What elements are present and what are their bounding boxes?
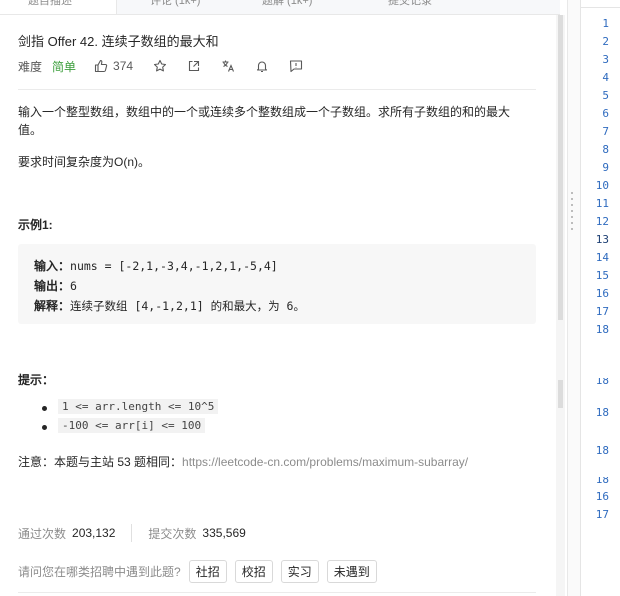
likes-count: 374 <box>113 59 134 73</box>
example-explain-value: 连续子数组 [4,-1,2,1] 的和最大，为 6。 <box>70 299 305 313</box>
problem-meta-bar: 难度 简单 374 <box>18 57 303 75</box>
accepted-label: 通过次数 <box>18 526 67 541</box>
note-line: 注意：本题与主站 53 题相同：https://leetcode-cn.com/… <box>18 453 468 470</box>
line-number: 3 <box>602 53 609 66</box>
note-text: 注意：本题与主站 53 题相同： <box>18 455 183 469</box>
line-number: 15 <box>595 269 609 282</box>
tab-description-label: 题目描述 <box>28 0 72 7</box>
line-number: 18 <box>595 323 609 336</box>
hint-code: -100 <= arr[i] <= 100 <box>58 418 206 433</box>
line-number: 14 <box>595 251 609 264</box>
example-block: 输入：nums = [-2,1,-3,4,-1,2,1,-5,4] 输出：6 解… <box>18 244 536 324</box>
panel-resize-handle[interactable] <box>567 0 580 596</box>
problem-description-panel: 剑指 Offer 42. 连续子数组的最大和 难度 简单 374 输入一个整型数… <box>0 15 556 596</box>
line-number: 18 <box>595 406 609 419</box>
survey-option-never[interactable]: 未遇到 <box>326 559 377 583</box>
line-number: 13 <box>595 233 609 246</box>
tab-solutions[interactable]: 题解 (1k+) <box>262 0 312 8</box>
survey-option-internship[interactable]: 实习 <box>280 559 319 583</box>
drag-handle-icon <box>571 192 573 232</box>
line-number: 10 <box>595 179 609 192</box>
translate-icon[interactable] <box>221 59 235 73</box>
tab-comments[interactable]: 评论 (1k+) <box>150 0 200 8</box>
divider <box>18 592 536 593</box>
line-number: 18 <box>595 444 609 457</box>
problem-tab-bar: 题目描述 评论 (1k+) 题解 (1k+) 提交记录 <box>0 0 560 15</box>
hints-list: 1 <= arr.length <= 10^5 -100 <= arr[i] <… <box>18 399 219 437</box>
line-number: 12 <box>595 215 609 228</box>
recruitment-survey: 请问您在哪类招聘中遇到此题? 社招 校招 实习 未遇到 <box>18 559 385 583</box>
divider <box>18 89 536 90</box>
hints-heading: 提示： <box>18 373 55 387</box>
example-input-value: nums = [-2,1,-3,4,-1,2,1,-5,4] <box>70 259 278 273</box>
line-number: 6 <box>602 107 609 120</box>
line-number: 16 <box>595 287 609 300</box>
line-number: 17 <box>595 508 609 521</box>
hint-item: -100 <= arr[i] <= 100 <box>18 418 218 437</box>
example-explain-line: 解释：连续子数组 [4,-1,2,1] 的和最大，为 6。 <box>34 297 305 314</box>
line-number: 16 <box>595 490 609 503</box>
description-scrollbar[interactable] <box>556 15 565 596</box>
main-problem-link[interactable]: https://leetcode-cn.com/problems/maximum… <box>182 455 468 469</box>
line-number: 18 <box>596 378 609 384</box>
difficulty-label: 难度 <box>18 59 43 74</box>
editor-toolbar <box>581 0 620 8</box>
example-output-line: 输出：6 <box>34 277 77 294</box>
problem-requirement: 要求时间复杂度为O(n)。 <box>18 155 151 169</box>
line-number: 8 <box>602 143 609 156</box>
hint-code: 1 <= arr.length <= 10^5 <box>58 399 219 414</box>
scrollbar-segment[interactable] <box>558 380 563 408</box>
problem-description: 输入一个整型数组，数组中的一个或连续多个整数组成一个子数组。求所有子数组的和的最… <box>18 105 511 137</box>
feedback-icon[interactable] <box>289 59 303 73</box>
example-output-value: 6 <box>70 279 77 293</box>
problem-title: 剑指 Offer 42. 连续子数组的最大和 <box>18 34 219 49</box>
survey-option-social[interactable]: 社招 <box>188 559 227 583</box>
thumbs-up-icon[interactable] <box>94 59 108 73</box>
survey-question: 请问您在哪类招聘中遇到此题? <box>18 564 181 579</box>
line-number: 4 <box>602 71 609 84</box>
example-explain-label: 解释： <box>34 299 71 313</box>
survey-option-campus[interactable]: 校招 <box>234 559 273 583</box>
bell-icon[interactable] <box>255 59 269 73</box>
submitted-label: 提交次数 <box>148 526 197 541</box>
example-output-label: 输出： <box>34 279 71 293</box>
example-input-label: 输入： <box>34 259 71 273</box>
share-icon[interactable] <box>187 59 201 73</box>
line-number: 2 <box>602 35 609 48</box>
example-input-line: 输入：nums = [-2,1,-3,4,-1,2,1,-5,4] <box>34 257 278 274</box>
difficulty-value: 简单 <box>52 59 77 74</box>
stats-divider <box>131 524 133 542</box>
example-heading: 示例1: <box>18 218 53 232</box>
scrollbar-thumb[interactable] <box>558 15 563 320</box>
code-editor-gutter[interactable]: 123456789101112131415161718181818181617 <box>580 0 620 596</box>
line-number: 17 <box>595 305 609 318</box>
line-number: 18 <box>596 477 609 483</box>
line-number: 11 <box>595 197 609 210</box>
tab-submissions[interactable]: 提交记录 <box>388 0 432 8</box>
star-icon[interactable] <box>153 59 167 73</box>
accepted-count: 203,132 <box>72 526 116 540</box>
submission-stats: 通过次数 203,132 提交次数 335,569 <box>18 524 246 542</box>
line-number: 9 <box>602 161 609 174</box>
hint-item: 1 <= arr.length <= 10^5 <box>18 399 219 418</box>
line-number: 1 <box>602 17 609 30</box>
submitted-count: 335,569 <box>202 526 246 540</box>
line-number: 7 <box>602 125 609 138</box>
line-number: 5 <box>602 89 609 102</box>
